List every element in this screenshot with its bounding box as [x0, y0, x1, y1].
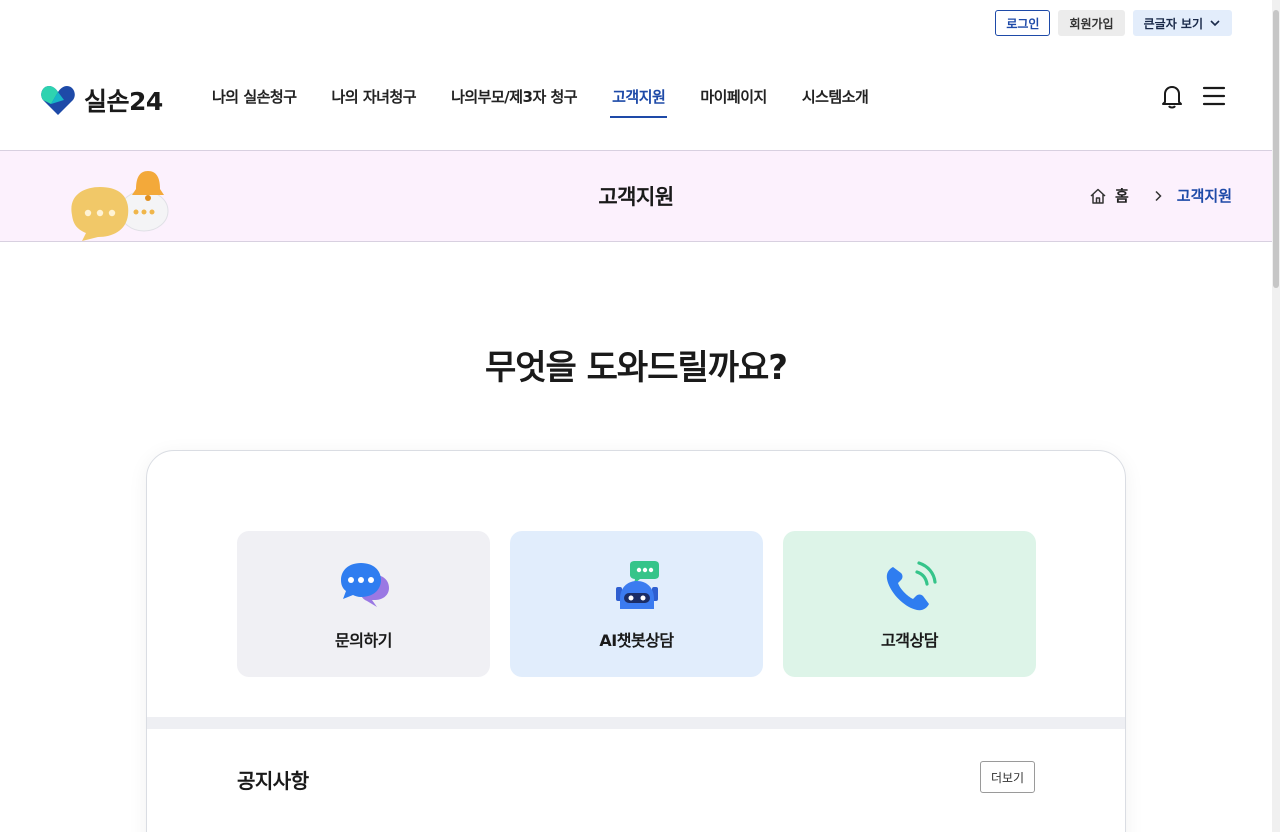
- notice-more-button[interactable]: 더보기: [980, 761, 1035, 793]
- counsel-card[interactable]: 고객상담: [783, 531, 1036, 677]
- breadcrumb-current[interactable]: 고객지원: [1177, 185, 1232, 206]
- big-text-button[interactable]: 큰글자 보기: [1132, 10, 1232, 36]
- nav-item-parent-claim[interactable]: 나의부모/제3자 청구: [451, 86, 578, 116]
- phone-icon: [883, 559, 937, 613]
- big-text-label: 큰글자 보기: [1143, 16, 1203, 31]
- section-divider: [147, 717, 1125, 729]
- robot-icon: [610, 559, 664, 613]
- chevron-right-icon: [1153, 190, 1163, 202]
- chat-bubbles-icon: [337, 559, 391, 613]
- logo-text: 실손24: [84, 87, 163, 116]
- page-title: 고객지원: [598, 185, 674, 209]
- support-cards: 문의하기 AI챗봇상담 고객상담: [237, 531, 1036, 677]
- help-heading: 무엇을 도와드릴까요?: [484, 348, 788, 388]
- menu-icon[interactable]: [1200, 82, 1228, 110]
- login-button[interactable]: 로그인: [995, 10, 1051, 36]
- page-banner: 고객지원 홈 고객지원: [0, 150, 1272, 242]
- nav-item-mypage[interactable]: 마이페이지: [700, 86, 767, 116]
- bell-icon[interactable]: [1158, 82, 1186, 110]
- main-nav: 나의 실손청구 나의 자녀청구 나의부모/제3자 청구 고객지원 마이페이지 시…: [212, 86, 903, 118]
- breadcrumb: 홈 고객지원: [1089, 185, 1232, 206]
- ai-chatbot-card-label: AI챗봇상담: [599, 631, 674, 650]
- notice-title: 공지사항: [237, 769, 309, 793]
- breadcrumb-home[interactable]: 홈: [1115, 185, 1129, 206]
- home-icon[interactable]: [1089, 187, 1107, 205]
- logo[interactable]: 실손24: [40, 82, 163, 118]
- header-actions: [1158, 82, 1228, 110]
- chevron-down-icon: [1210, 20, 1220, 27]
- header: 실손24 나의 실손청구 나의 자녀청구 나의부모/제3자 청구 고객지원 마이…: [0, 60, 1272, 150]
- inquiry-card[interactable]: 문의하기: [237, 531, 490, 677]
- ai-chatbot-card[interactable]: AI챗봇상담: [510, 531, 763, 677]
- nav-item-system-intro[interactable]: 시스템소개: [802, 86, 869, 116]
- heart-logo-icon: [41, 86, 75, 115]
- scrollbar-thumb[interactable]: [1273, 10, 1279, 288]
- utility-bar: 로그인 회원가입 큰글자 보기: [995, 10, 1232, 36]
- nav-item-my-claim[interactable]: 나의 실손청구: [212, 86, 297, 116]
- nav-item-customer-support[interactable]: 고객지원: [610, 86, 668, 118]
- inquiry-card-label: 문의하기: [335, 631, 392, 650]
- page-scrollbar[interactable]: [1272, 0, 1280, 832]
- support-panel: 문의하기 AI챗봇상담 고객상담 공지사항 더보기: [146, 450, 1126, 832]
- join-button[interactable]: 회원가입: [1058, 10, 1125, 36]
- counsel-card-label: 고객상담: [881, 631, 938, 650]
- nav-item-child-claim[interactable]: 나의 자녀청구: [332, 86, 417, 116]
